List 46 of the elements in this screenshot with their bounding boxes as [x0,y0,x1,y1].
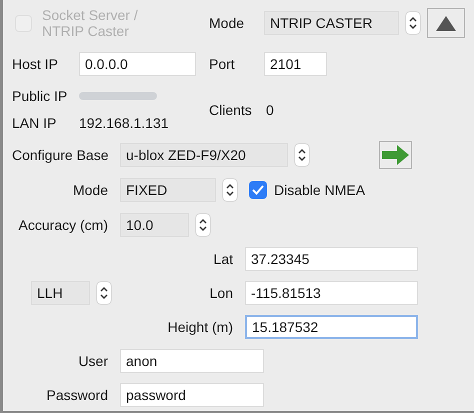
text-field[interactable]: 15.187532 [245,315,418,339]
lan-ip-value: 192.168.1.131 [79,114,169,132]
stepper-button[interactable] [406,12,420,34]
field-label: Host IP [12,54,58,74]
text-field[interactable]: password [120,383,264,407]
field-label: Public IP [12,86,68,106]
field-label: Lat [214,250,233,268]
stepper-button[interactable] [295,144,309,166]
field-label: User [78,352,108,370]
text-field[interactable]: 2101 [264,52,327,76]
chevrons-icon [100,285,108,301]
chevrons-icon [298,147,306,163]
send-button[interactable] [379,141,412,169]
checkbox-label: Socket Server / NTRIP Caster [42,7,139,39]
field-label: Height (m) [168,318,233,337]
stepper-button[interactable] [223,179,237,201]
field-label: LAN IP [12,114,56,132]
field-label: Password [46,386,108,404]
dropdown[interactable]: 10.0 [120,213,189,237]
field-label: Configure Base [12,146,109,165]
triangle-up-icon [436,16,456,30]
collapse-button[interactable] [427,8,465,38]
field-label: Clients [209,100,252,120]
field-label: Port [209,54,235,74]
clients-count: 0 [266,100,274,120]
field-label: Mode [209,14,244,32]
field-label: Lon [210,284,233,302]
checkmark-icon [252,185,264,195]
chevrons-icon [199,217,207,233]
text-field[interactable]: 0.0.0.0 [79,52,196,76]
chevrons-icon [409,15,417,31]
field-label: Accuracy (cm) [18,216,108,235]
stepper-button[interactable] [97,282,111,304]
text-field[interactable]: 37.23345 [245,247,418,271]
field-label: Mode [72,180,108,200]
text-field[interactable]: anon [120,349,264,373]
dropdown[interactable]: u-blox ZED-F9/X20 [120,143,288,167]
dropdown[interactable]: NTRIP CASTER [264,11,399,35]
dropdown[interactable]: LLH [31,281,90,305]
chevrons-icon [226,182,234,198]
dropdown[interactable]: FIXED [120,178,216,202]
checkbox[interactable] [249,181,267,199]
checkbox-label: Disable NMEA [274,180,366,200]
arrow-right-icon [382,145,409,165]
text-field[interactable]: -115.81513 [245,281,418,305]
stepper-button[interactable] [196,214,210,236]
